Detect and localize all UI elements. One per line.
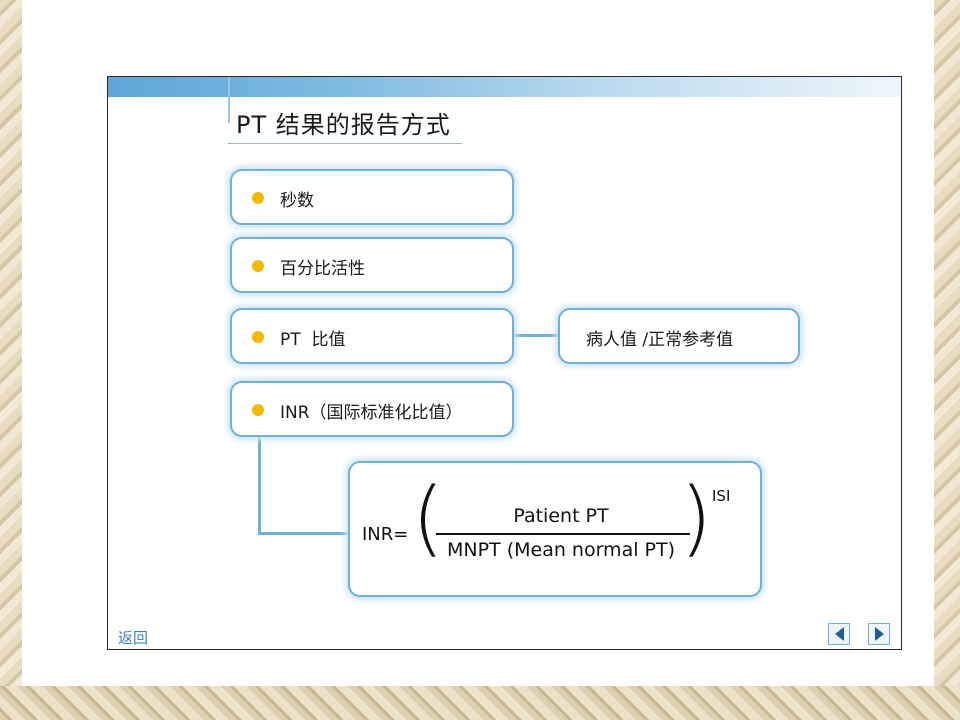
triangle-left-icon (834, 627, 844, 641)
previous-slide-button[interactable] (828, 623, 850, 645)
item-box-inr: INR（国际标准化比值） (230, 381, 514, 437)
item-label: 秒数 (280, 191, 314, 211)
slide-title: PT 结果的报告方式 (236, 111, 451, 139)
item-box-pt-ratio: PT 比值 (230, 308, 514, 364)
formula-lhs: INR= (362, 524, 409, 545)
item-label: 百分比活性 (280, 259, 365, 279)
fraction-bar (436, 533, 690, 535)
pt-ratio-definition: 病人值 /正常参考值 (586, 330, 734, 350)
bullet-icon (252, 260, 264, 272)
formula-denominator: MNPT (Mean normal PT) (446, 539, 676, 561)
connector-ratio (514, 334, 558, 337)
bullet-icon (252, 192, 264, 204)
title-underline (228, 143, 462, 144)
bullet-icon (252, 404, 264, 416)
triangle-right-icon (874, 627, 884, 641)
item-box-seconds: 秒数 (230, 169, 514, 225)
decorative-border-right (934, 0, 960, 720)
decorative-border-bottom (0, 686, 960, 720)
connector-inr-vertical (258, 437, 261, 534)
formula-exponent: ISI (712, 487, 731, 505)
slide: PT 结果的报告方式 秒数 百分比活性 PT 比值 INR（国际标准化比值） 病… (107, 76, 902, 650)
next-slide-button[interactable] (868, 623, 890, 645)
item-label: PT 比值 (280, 330, 346, 350)
item-label: INR（国际标准化比值） (280, 403, 463, 423)
connector-inr-horizontal (258, 532, 348, 535)
return-link[interactable]: 返回 (118, 627, 148, 648)
formula-numerator: Patient PT (513, 505, 609, 527)
decorative-border-left (0, 0, 22, 720)
pt-ratio-definition-box: 病人值 /正常参考值 (558, 308, 800, 364)
header-divider (228, 77, 230, 123)
formula-close-paren: ) (680, 471, 712, 566)
header-bar (108, 77, 901, 97)
inr-formula-box: INR= ( Patient PT MNPT (Mean normal PT) … (348, 461, 762, 597)
item-box-percent-activity: 百分比活性 (230, 237, 514, 293)
bullet-icon (252, 331, 264, 343)
